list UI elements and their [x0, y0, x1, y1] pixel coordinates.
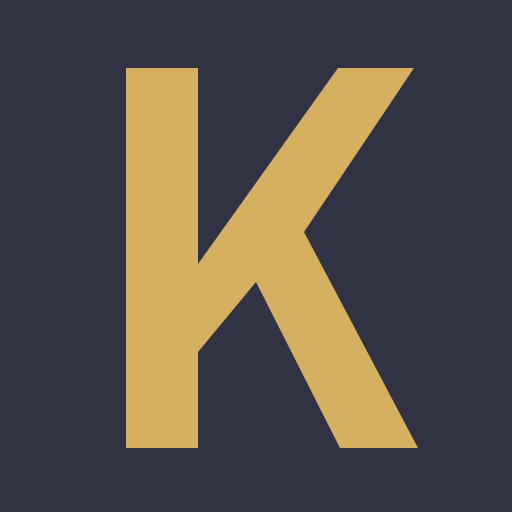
logo-tile: K [0, 0, 512, 512]
k-logo-icon [0, 0, 512, 512]
